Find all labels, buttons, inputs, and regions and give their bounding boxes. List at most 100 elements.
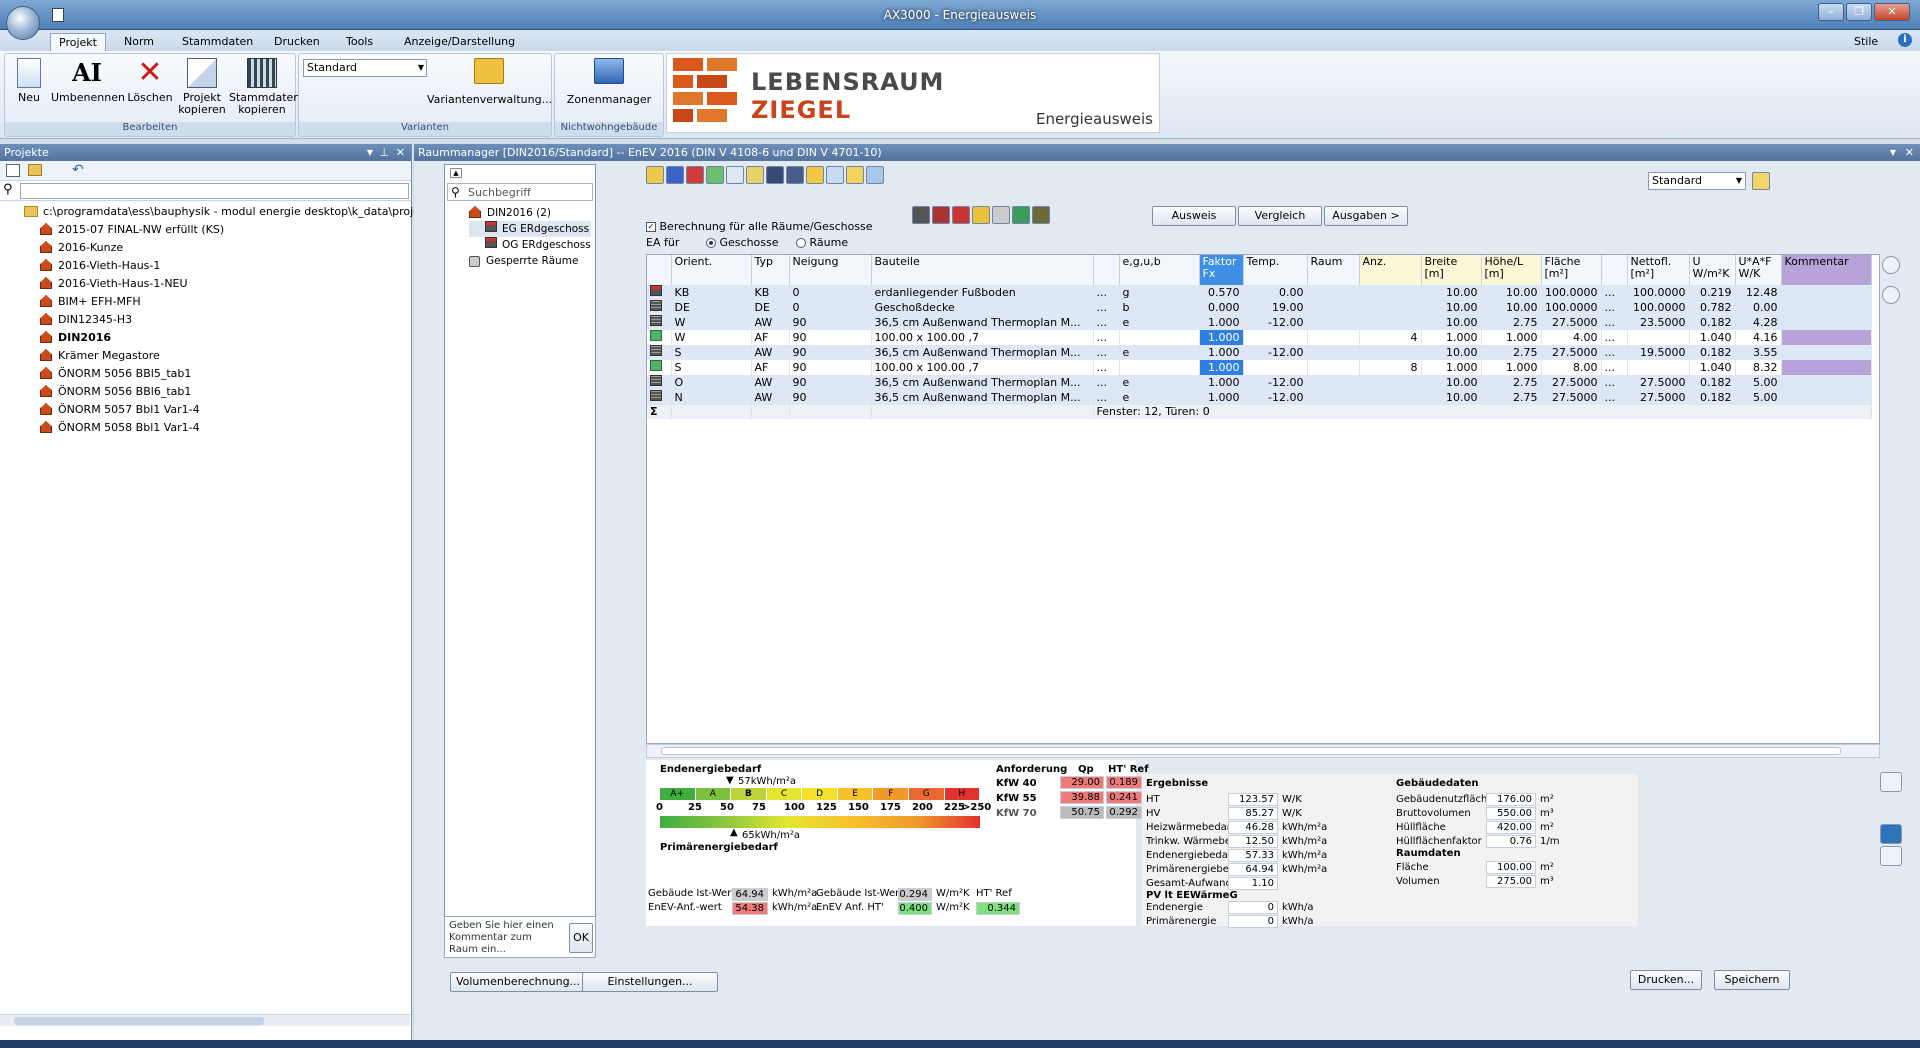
scroll-down-button[interactable] [1882, 286, 1900, 304]
scroll-up-button[interactable] [1882, 256, 1900, 274]
table-cell[interactable]: 100.0000 [1541, 285, 1602, 300]
table-cell[interactable]: 27.5000 [1541, 390, 1602, 405]
radio-geschosse[interactable]: Geschosse [706, 236, 779, 249]
table-cell[interactable] [1119, 360, 1200, 375]
table-cell[interactable]: 0.219 [1689, 285, 1736, 300]
column-header[interactable] [1093, 255, 1120, 285]
table-cell[interactable] [1781, 330, 1872, 345]
table-cell[interactable] [1627, 360, 1690, 375]
table-cell[interactable]: ... [1093, 330, 1120, 345]
vergleich-button[interactable]: Vergleich [1238, 206, 1322, 226]
column-header[interactable]: Anz. [1359, 255, 1422, 285]
column-header[interactable]: Temp. [1243, 255, 1308, 285]
table-cell[interactable]: 0.000 [1199, 300, 1244, 315]
panel-pin-icon[interactable]: ⊥ [379, 144, 389, 161]
toolbar-icon-10[interactable] [826, 166, 844, 184]
room-search-input[interactable]: Suchbegriff [468, 186, 531, 199]
table-cell[interactable]: ... [1601, 330, 1628, 345]
table-cell[interactable]: -12.00 [1243, 375, 1308, 390]
project-item[interactable]: 2016-Kunze [24, 239, 411, 257]
table-cell[interactable]: ... [1601, 360, 1628, 375]
settings-button[interactable]: Einstellungen... [582, 972, 718, 992]
volume-calc-button[interactable]: Volumenberechnung... [450, 972, 586, 992]
minimize-button[interactable]: – [1818, 3, 1844, 21]
table-cell[interactable]: 1.040 [1689, 360, 1736, 375]
table-cell[interactable]: 10.00 [1481, 285, 1542, 300]
table-cell[interactable]: 1.000 [1199, 315, 1244, 330]
table-cell[interactable]: 3.55 [1735, 345, 1782, 360]
table-cell[interactable]: AF [751, 330, 790, 345]
table-cell[interactable] [1359, 390, 1422, 405]
variant-manager-button[interactable]: Variantenverwaltung... [427, 58, 552, 106]
table-cell[interactable]: 23.5000 [1627, 315, 1690, 330]
table-row[interactable]: W AF 90 100.00 x 100.00 ,7... 1.000 4 1.000 1.0… [647, 330, 1872, 345]
table-cell[interactable]: 5.00 [1735, 375, 1782, 390]
table-cell[interactable]: 2.75 [1481, 345, 1542, 360]
table-cell[interactable]: S [671, 345, 752, 360]
print-button[interactable]: Drucken... [1630, 970, 1702, 990]
room-comment-input[interactable]: Geben Sie hier einen Kommentar zum Raum … [449, 920, 563, 956]
table-cell[interactable]: 90 [789, 360, 872, 375]
room-close-icon[interactable]: ✕ [1905, 144, 1914, 161]
app-menu-orb[interactable] [6, 6, 40, 40]
table-cell[interactable]: 27.5000 [1627, 390, 1690, 405]
table-cell[interactable]: 0.00 [1243, 285, 1308, 300]
variant-select[interactable]: Standard ▼ [1648, 172, 1746, 190]
table-cell[interactable] [1119, 330, 1200, 345]
table-cell[interactable] [1781, 300, 1872, 315]
table-cell[interactable] [1307, 300, 1360, 315]
table-cell[interactable] [1243, 330, 1308, 345]
column-header[interactable] [1601, 255, 1628, 285]
delete-button[interactable]: ✕ Löschen [125, 58, 175, 104]
project-item[interactable]: DIN12345-H3 [24, 311, 411, 329]
column-header[interactable]: e,g,u,b [1119, 255, 1200, 285]
table-cell[interactable]: 27.5000 [1541, 375, 1602, 390]
column-header[interactable]: Fläche [m²] [1541, 255, 1602, 285]
table-cell[interactable]: 36,5 cm Außenwand Thermoplan M... [871, 390, 1094, 405]
scroll-thumb[interactable] [14, 1017, 264, 1025]
table-cell[interactable]: 1.000 [1199, 375, 1244, 390]
room-tree-locked[interactable]: Gesperrte Räume [469, 253, 591, 269]
table-cell[interactable]: AW [751, 315, 790, 330]
table-cell[interactable]: e [1119, 390, 1200, 405]
table-cell[interactable]: 4.00 [1541, 330, 1602, 345]
view-icon-5[interactable] [992, 206, 1010, 224]
table-cell[interactable]: 1.000 [1199, 345, 1244, 360]
table-cell[interactable]: b [1119, 300, 1200, 315]
room-menu-icon[interactable]: ▼ [1890, 144, 1896, 161]
column-header[interactable]: Typ [751, 255, 790, 285]
table-cell[interactable]: ... [1601, 300, 1628, 315]
table-cell[interactable]: 27.5000 [1627, 375, 1690, 390]
column-header[interactable]: U W/m²K [1689, 255, 1736, 285]
table-cell[interactable]: 0.00 [1735, 300, 1782, 315]
table-cell[interactable]: 90 [789, 330, 872, 345]
project-item[interactable]: 2016-Vieth-Haus-1 [24, 257, 411, 275]
style-menu[interactable]: Stile [1846, 33, 1886, 51]
table-cell[interactable]: AF [751, 360, 790, 375]
project-item[interactable]: 2015-07 FINAL-NW erfüllt (KS) [24, 221, 411, 239]
table-cell[interactable]: 10.00 [1481, 300, 1542, 315]
variant-combo[interactable]: Standard ▼ [303, 59, 427, 77]
table-cell[interactable]: 10.00 [1421, 375, 1482, 390]
table-row[interactable]: N AW 90 36,5 cm Außenwand Thermoplan M.....… [647, 390, 1872, 405]
table-row[interactable]: S AF 90 100.00 x 100.00 ,7... 1.000 8 1.000 1.0… [647, 360, 1872, 375]
tab-projekt[interactable]: Projekt [50, 33, 106, 51]
tab-anzeige[interactable]: Anzeige/Darstellung [396, 33, 523, 51]
table-cell[interactable]: 10.00 [1421, 390, 1482, 405]
project-item[interactable]: ÖNORM 5056 BBl5_tab1 [24, 365, 411, 383]
table-cell[interactable]: O [671, 375, 752, 390]
table-cell[interactable]: 0 [789, 285, 872, 300]
table-cell[interactable]: 0.182 [1689, 390, 1736, 405]
maximize-button[interactable]: ❐ [1846, 3, 1872, 21]
view-icon-6[interactable] [1012, 206, 1030, 224]
table-cell[interactable]: 12.48 [1735, 285, 1782, 300]
table-cell[interactable]: 8.32 [1735, 360, 1782, 375]
toolbar-icon-3[interactable] [686, 166, 704, 184]
table-cell[interactable]: 0.570 [1199, 285, 1244, 300]
new-project-icon[interactable] [6, 164, 20, 177]
calc-all-checkbox[interactable]: ✓ Berechnung für alle Räume/Geschosse [646, 220, 873, 233]
table-cell[interactable] [1781, 315, 1872, 330]
table-row[interactable]: O AW 90 36,5 cm Außenwand Thermoplan M.....… [647, 375, 1872, 390]
table-cell[interactable] [1307, 375, 1360, 390]
table-cell[interactable] [1781, 285, 1872, 300]
